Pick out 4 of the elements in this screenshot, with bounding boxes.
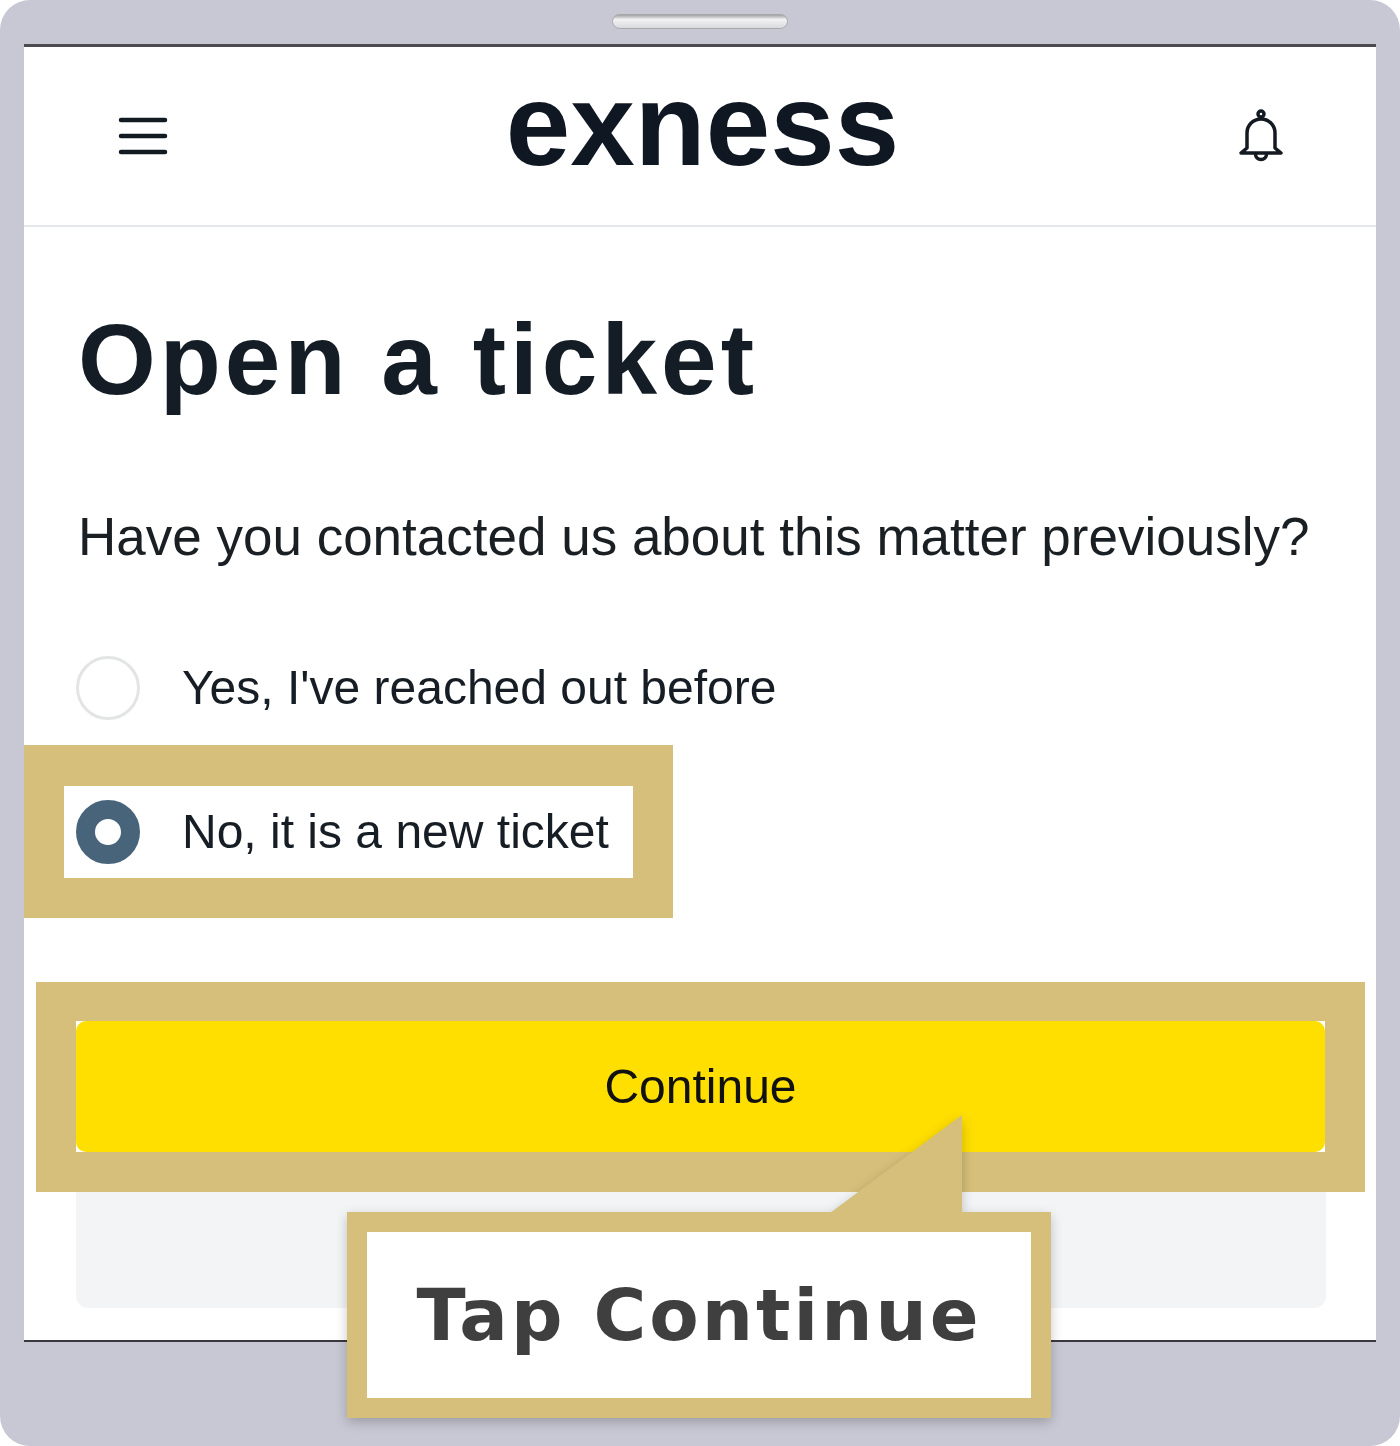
page-title: Open a ticket xyxy=(78,302,758,417)
callout-text: Tap Continue xyxy=(416,1273,982,1357)
question-text: Have you contacted us about this matter previously? xyxy=(78,506,1310,568)
logo: exness xyxy=(505,67,900,183)
